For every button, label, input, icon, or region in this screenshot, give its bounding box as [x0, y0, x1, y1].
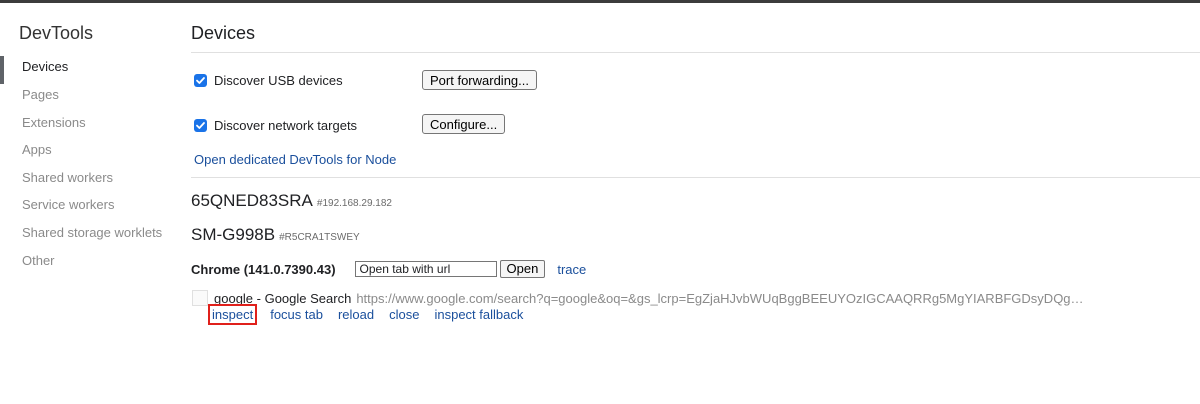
device-name-label: SM-G998B [191, 225, 276, 244]
device-serial: #192.168.29.182 [316, 198, 392, 209]
active-indicator [0, 56, 4, 84]
device-name-label: 65QNED83SRA [191, 191, 313, 210]
discover-usb-label: Discover USB devices [214, 72, 343, 88]
discover-network-checkbox[interactable] [194, 118, 207, 132]
discover-network-row: Discover network targets [194, 114, 357, 136]
checkmark-icon [196, 76, 205, 84]
sidebar-title: DevTools [19, 23, 94, 43]
sidebar-item-other[interactable]: Other [22, 251, 55, 271]
focus-tab-link[interactable]: focus tab [270, 307, 323, 322]
browser-row: Chrome (141.0.7390.43) Open trace [191, 259, 586, 279]
sidebar-item-extensions[interactable]: Extensions [22, 113, 86, 133]
device-serial: #R5CRA1TSWEY [279, 232, 360, 243]
reload-link[interactable]: reload [338, 307, 374, 322]
page-row: google - Google Search https://www.googl… [192, 290, 1084, 306]
configure-button[interactable]: Configure... [422, 114, 506, 134]
close-link[interactable]: close [389, 307, 419, 322]
open-button[interactable]: Open [499, 260, 546, 278]
sidebar-item-pages[interactable]: Pages [22, 85, 59, 105]
favicon-icon [192, 290, 208, 306]
browser-name: Chrome (141.0.7390.43) [191, 261, 336, 277]
sidebar-item-shared-workers[interactable]: Shared workers [22, 168, 113, 188]
device-name: SM-G998B #R5CRA1TSWEY [191, 225, 360, 245]
sidebar-item-shared-storage-worklets[interactable]: Shared storage worklets [22, 223, 162, 243]
sidebar: DevTools Devices Pages Extensions Apps S… [0, 3, 175, 404]
discover-network-label: Discover network targets [214, 117, 358, 133]
page-title-text: google - Google Search [214, 290, 352, 306]
open-tab-url-input[interactable] [354, 261, 497, 277]
page-title: Devices [191, 23, 256, 43]
divider [191, 177, 1200, 178]
page-actions: inspect focus tab reload close inspect f… [207, 303, 538, 325]
discover-usb-checkbox[interactable] [194, 73, 207, 87]
sidebar-item-service-workers[interactable]: Service workers [22, 195, 114, 215]
sidebar-item-devices[interactable]: Devices [22, 57, 68, 77]
inspect-fallback-link[interactable]: inspect fallback [434, 307, 523, 322]
sidebar-item-apps[interactable]: Apps [22, 140, 52, 160]
divider [191, 52, 1200, 53]
port-forwarding-button[interactable]: Port forwarding... [422, 70, 537, 90]
trace-link[interactable]: trace [557, 262, 586, 277]
discover-usb-row: Discover USB devices [194, 69, 343, 91]
device-name: 65QNED83SRA #192.168.29.182 [191, 191, 392, 211]
open-node-devtools-link[interactable]: Open dedicated DevTools for Node [194, 152, 396, 167]
checkmark-icon [196, 121, 205, 129]
inspect-link[interactable]: inspect [207, 303, 258, 325]
main-panel: Devices Discover USB devices Port forwar… [191, 3, 1200, 404]
page-url: https://www.google.com/search?q=google&o… [356, 290, 1085, 306]
